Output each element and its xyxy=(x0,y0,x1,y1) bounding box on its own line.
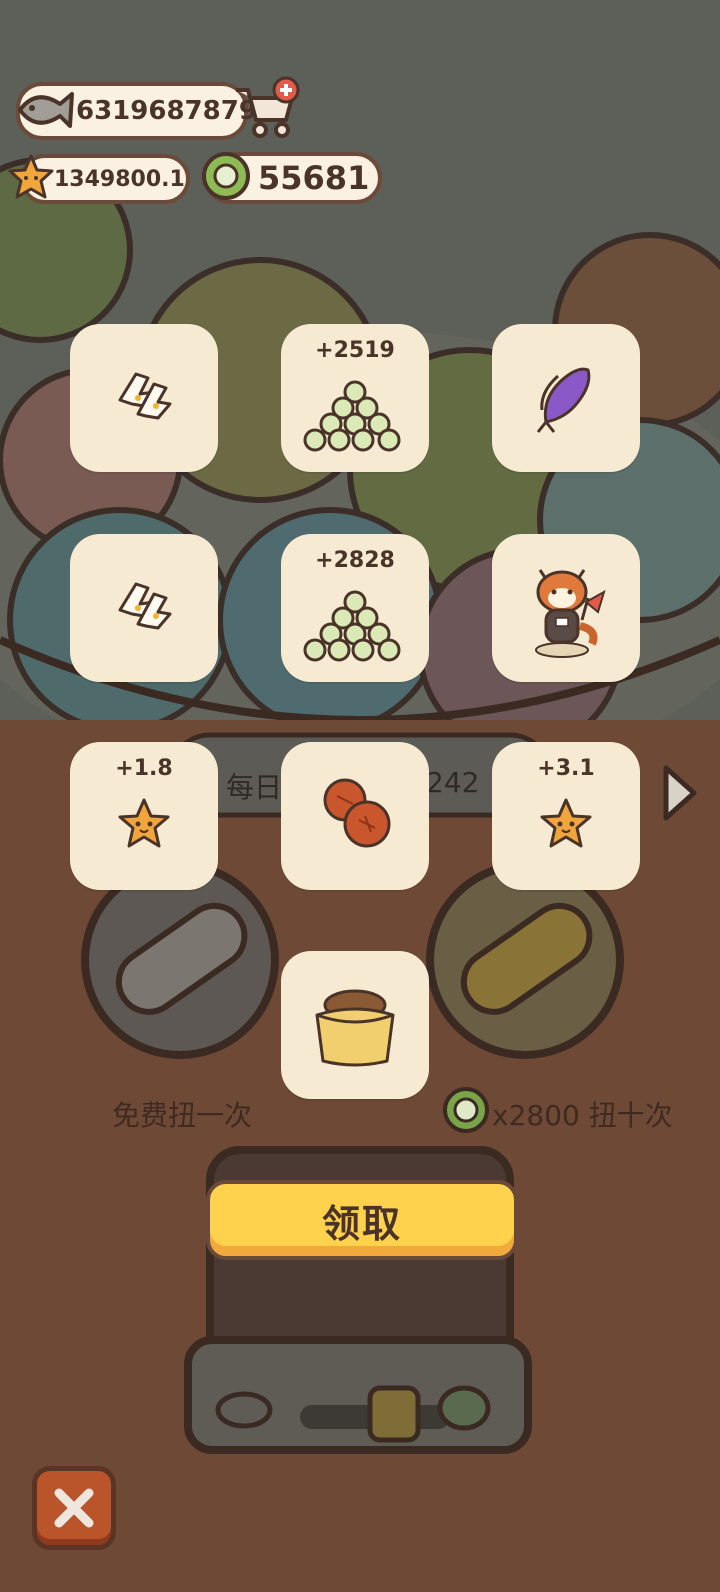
reward-amount: +3.1 xyxy=(537,756,595,781)
coin-icon xyxy=(202,152,250,200)
fish-bones-icon xyxy=(118,582,172,630)
reward-amount: +2828 xyxy=(315,548,395,573)
fish-amount: 6319687879 xyxy=(76,96,257,126)
star-icon xyxy=(118,798,170,848)
reward-tile-5: +2828 xyxy=(281,534,429,682)
reward-tile-9: +3.1 xyxy=(492,742,640,890)
reward-tile-3 xyxy=(492,324,640,472)
star-icon xyxy=(540,798,592,848)
coin-amount: 55681 xyxy=(258,159,370,197)
reward-tile-2: +2519 xyxy=(281,324,429,472)
sack-icon xyxy=(315,989,395,1067)
shop-cart-icon[interactable] xyxy=(232,76,304,142)
fish-bones-icon xyxy=(118,372,172,420)
daily-label-left: 每日 xyxy=(226,771,283,804)
reward-tile-10 xyxy=(281,951,429,1099)
reward-tile-6 xyxy=(492,534,640,682)
ten-spin-label[interactable]: x2800 扭十次 xyxy=(492,1094,673,1134)
daily-label-right: 242 xyxy=(426,766,480,799)
coin-icon xyxy=(443,1087,489,1133)
coin-pile-icon xyxy=(303,380,401,452)
close-icon xyxy=(54,1488,94,1528)
red-panda-icon xyxy=(535,569,606,658)
red-balls-icon xyxy=(323,778,391,848)
coin-pile-icon xyxy=(303,590,401,662)
reward-amount: +1.8 xyxy=(115,756,173,781)
fish-icon xyxy=(18,92,74,128)
reward-tile-1 xyxy=(70,324,218,472)
free-once-label[interactable]: 免费扭一次 xyxy=(112,1094,252,1134)
close-button[interactable] xyxy=(32,1466,116,1550)
purple-fish-icon xyxy=(536,367,591,433)
star-amount: 1349800.1 xyxy=(54,166,185,192)
next-arrow-icon[interactable] xyxy=(660,762,700,824)
star-icon xyxy=(8,154,54,199)
reward-amount: +2519 xyxy=(315,338,395,363)
reward-tile-7: +1.8 xyxy=(70,742,218,890)
reward-tile-4 xyxy=(70,534,218,682)
reward-tile-8 xyxy=(281,742,429,890)
claim-button[interactable]: 领取 xyxy=(206,1180,518,1260)
